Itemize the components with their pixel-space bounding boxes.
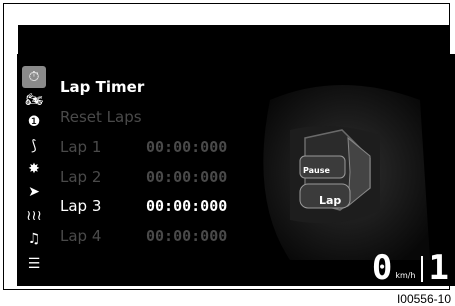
heated-grips-icon[interactable]: ≀≀≀ xyxy=(22,206,46,226)
menu-title: Lap Timer xyxy=(60,78,145,96)
lap-1-time: 00:00:000 xyxy=(146,138,228,156)
lap-3-label[interactable]: Lap 3 xyxy=(60,197,101,215)
music-note-icon[interactable]: ♫ xyxy=(22,229,46,249)
navigation-arrow-icon[interactable]: ➤ xyxy=(22,182,46,202)
lap-button-label[interactable]: Lap xyxy=(319,194,341,207)
speed-readout: 0 xyxy=(371,248,393,288)
reset-laps-item[interactable]: Reset Laps xyxy=(60,108,142,126)
lap-1-label[interactable]: Lap 1 xyxy=(60,138,101,156)
speed-unit: km/h xyxy=(395,271,416,280)
display-top xyxy=(18,25,450,56)
figure-reference: I00556-10 xyxy=(396,292,451,306)
info-icon[interactable]: ❶ xyxy=(22,112,46,132)
lap-2-time: 00:00:000 xyxy=(146,168,228,186)
sliders-icon[interactable]: ☰ xyxy=(22,254,46,274)
lap-3-time: 00:00:000 xyxy=(146,197,228,215)
lap-2-label[interactable]: Lap 2 xyxy=(60,168,101,186)
sidebar: ⏱ 🏍 ❶ ⟆ ✸ ➤ ≀≀≀ ♫ ☰ xyxy=(22,66,46,282)
lap-4-label[interactable]: Lap 4 xyxy=(60,227,101,245)
status-bar: 0 km/h 1 xyxy=(371,248,449,288)
stopwatch-icon[interactable]: ⏱ xyxy=(22,66,46,88)
motorcycle-icon[interactable]: 🏍 xyxy=(22,90,46,110)
status-divider xyxy=(420,256,423,282)
settings-gear-icon[interactable]: ✸ xyxy=(22,159,46,179)
handlebar-controller-illustration xyxy=(263,85,430,260)
pause-button-label[interactable]: Pause xyxy=(303,166,330,175)
gear-indicator: 1 xyxy=(428,248,449,288)
speedometer-icon[interactable]: ⟆ xyxy=(22,136,46,156)
lap-4-time: 00:00:000 xyxy=(146,227,228,245)
